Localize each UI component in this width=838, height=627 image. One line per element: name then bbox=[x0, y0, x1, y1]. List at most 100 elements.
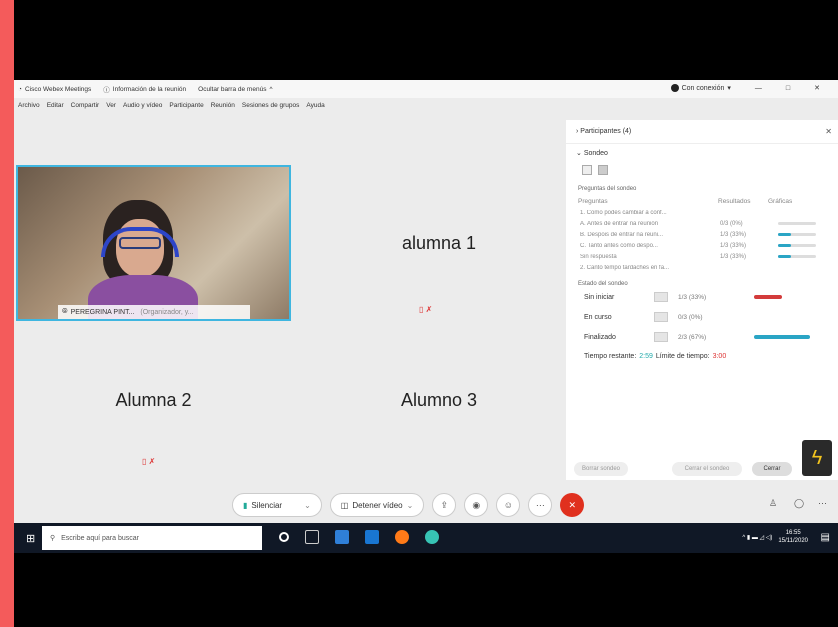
muted-mic-icon: ▯ ✗ bbox=[142, 457, 156, 466]
result-bar-fill bbox=[778, 255, 791, 258]
state-bar bbox=[754, 335, 811, 339]
col-chart: Gráficas bbox=[768, 198, 793, 205]
windows-taskbar: ⊞ ⚲ Escribe aquí para buscar ^ ▮ ▬ ◿ ◁) … bbox=[14, 523, 838, 553]
name-tag: ⦾ PEREGRINA PINT... (Organizador, y... bbox=[58, 305, 250, 319]
result-bar bbox=[778, 244, 816, 247]
poll-question: B. Despois de entrar na reuni... bbox=[580, 231, 664, 238]
poll-row: B. Despois de entrar na reuni... 1/3 (33%… bbox=[566, 229, 838, 240]
tile-name: alumna 1 bbox=[401, 232, 477, 253]
menu-bar: Archivo Editar Compartir Ver Audio y víd… bbox=[14, 98, 574, 112]
participants-icon[interactable]: ♙ bbox=[769, 498, 777, 509]
menu-archivo[interactable]: Archivo bbox=[18, 102, 40, 109]
lightning-logo-icon: ϟ bbox=[802, 440, 832, 476]
connection-status[interactable]: Con conexión ▾ bbox=[670, 84, 731, 92]
poll-result: 1/3 (33%) bbox=[720, 242, 747, 249]
microphone-icon: ▮ bbox=[243, 500, 248, 510]
close-icon[interactable]: ✕ bbox=[825, 127, 832, 136]
stop-video-label: Detener vídeo bbox=[352, 500, 403, 510]
hide-menu-button[interactable]: Ocultar barra de menús ^ bbox=[198, 86, 272, 93]
close-button[interactable]: Cerrar bbox=[752, 462, 792, 476]
menu-ayuda[interactable]: Ayuda bbox=[306, 102, 324, 109]
tile-name: Alumna 2 bbox=[115, 389, 192, 410]
poll-title: Sondeo bbox=[583, 149, 608, 157]
poll-result: 1/3 (33%) bbox=[720, 231, 747, 238]
list-view-icon[interactable] bbox=[582, 165, 592, 175]
col-results: Resultados bbox=[718, 198, 751, 205]
table-header: Preguntas Resultados Gráficas bbox=[566, 192, 838, 207]
clock[interactable]: 16:55 15/11/2020 bbox=[778, 529, 808, 545]
search-placeholder: Escribe aquí para buscar bbox=[61, 534, 139, 542]
video-tile-alumna-2[interactable]: Alumna 2 ▯ ✗ bbox=[16, 325, 291, 475]
mail-icon[interactable] bbox=[365, 530, 379, 544]
time-limit-value: 3:00 bbox=[712, 353, 727, 360]
video-tile-alumna-1[interactable]: alumna 1 ▯ ✗ bbox=[314, 165, 564, 321]
result-bar bbox=[778, 233, 816, 236]
poll-header[interactable]: ⌄ Sondeo bbox=[566, 144, 838, 162]
notifications-icon[interactable]: ▤ bbox=[821, 532, 830, 543]
chevron-down-icon: ⌄ bbox=[576, 150, 584, 157]
poll-states: Sin iniciar 1/3 (33%) En curso 0/3 (0%) Fina… bbox=[566, 287, 838, 347]
poll-state-row: Sin iniciar 1/3 (33%) bbox=[566, 287, 838, 307]
poll-question: C. Tanto antes como despo... bbox=[580, 242, 658, 249]
menu-compartir[interactable]: Compartir bbox=[71, 102, 100, 109]
menu-audio-video[interactable]: Audio y vídeo bbox=[123, 102, 162, 109]
more-icon[interactable]: ⋯ bbox=[528, 493, 553, 517]
chat-icon[interactable]: ◯ bbox=[794, 498, 804, 509]
state-value: 2/3 (67%) bbox=[678, 333, 707, 341]
end-call-icon[interactable]: ✕ bbox=[560, 493, 585, 517]
stop-video-button[interactable]: ◫ Detener vídeo ⌄ bbox=[329, 493, 425, 517]
record-icon[interactable]: ◉ bbox=[464, 493, 489, 517]
time: 16:55 bbox=[785, 530, 801, 536]
minimize-button[interactable]: — bbox=[755, 85, 762, 92]
reactions-icon[interactable]: ☺ bbox=[496, 493, 521, 517]
participant-role: (Organizador, y... bbox=[140, 308, 194, 316]
share-icon[interactable]: ⇪ bbox=[432, 493, 457, 517]
participants-header[interactable]: › Participantes (4) ✕ bbox=[566, 120, 838, 144]
participants-panel: › Participantes (4) ✕ ⌄ Sondeo Preguntas… bbox=[566, 120, 838, 480]
result-bar bbox=[778, 255, 816, 258]
video-tile-organizer[interactable]: ⦾ PEREGRINA PINT... (Organizador, y... bbox=[16, 165, 291, 321]
maximize-button[interactable]: □ bbox=[786, 85, 790, 92]
result-bar-fill bbox=[778, 233, 791, 236]
taskbar-search[interactable]: ⚲ Escribe aquí para buscar bbox=[42, 526, 262, 550]
clear-poll-button[interactable]: Borrar sondeo bbox=[574, 462, 628, 476]
state-label: En curso bbox=[584, 313, 612, 321]
result-bar-fill bbox=[778, 244, 791, 247]
video-tile-alumno-3[interactable]: Alumno 3 bbox=[314, 325, 564, 475]
explorer-icon[interactable] bbox=[335, 530, 349, 544]
menu-sesiones[interactable]: Sesiones de grupos bbox=[242, 102, 299, 109]
poll-row: Sin respuesta 1/3 (33%) bbox=[566, 251, 838, 262]
tray-icons[interactable]: ^ ▮ ▬ ◿ ◁) bbox=[742, 534, 772, 541]
menu-reunion[interactable]: Reunión bbox=[211, 102, 235, 109]
camera-icon: ◫ bbox=[340, 500, 349, 510]
state-value: 1/3 (33%) bbox=[678, 293, 707, 301]
more-options-icon[interactable]: ⋯ bbox=[818, 498, 827, 509]
state-toggle-icon[interactable] bbox=[654, 332, 668, 342]
mic-icon: ⦾ bbox=[62, 308, 68, 315]
state-toggle-icon[interactable] bbox=[654, 292, 668, 302]
meeting-info-button[interactable]: ⓘ Información de la reunión bbox=[103, 84, 186, 95]
state-toggle-icon[interactable] bbox=[654, 312, 668, 322]
mute-button[interactable]: ▮ Silenciar ⌄ bbox=[232, 493, 322, 517]
cortana-icon[interactable] bbox=[279, 532, 289, 542]
time-left-label: Tiempo restante: bbox=[584, 353, 637, 360]
webex-icon[interactable] bbox=[425, 530, 439, 544]
firefox-icon[interactable] bbox=[395, 530, 409, 544]
menu-ver[interactable]: Ver bbox=[106, 102, 116, 109]
date: 15/11/2020 bbox=[778, 538, 808, 544]
close-button[interactable]: ✕ bbox=[814, 84, 820, 92]
grid-view-icon[interactable] bbox=[598, 165, 608, 175]
status-dot-icon bbox=[670, 84, 679, 92]
close-poll-button[interactable]: Cerrar el sondeo bbox=[672, 462, 742, 476]
menu-participante[interactable]: Participante bbox=[169, 102, 203, 109]
time-left-value: 2:59 bbox=[639, 353, 653, 360]
mute-label: Silenciar bbox=[251, 500, 283, 510]
menu-editar[interactable]: Editar bbox=[47, 102, 64, 109]
taskbar-apps bbox=[279, 530, 439, 544]
poll-row: A. Antes de entrar na reunión 0/3 (0%) bbox=[566, 218, 838, 229]
task-view-icon[interactable] bbox=[305, 530, 319, 544]
state-label: Finalizado bbox=[584, 333, 616, 341]
poll-question: A. Antes de entrar na reunión bbox=[580, 220, 659, 227]
participant-name: PEREGRINA PINT... bbox=[70, 308, 135, 316]
poll-question: Sin respuesta bbox=[580, 253, 617, 260]
